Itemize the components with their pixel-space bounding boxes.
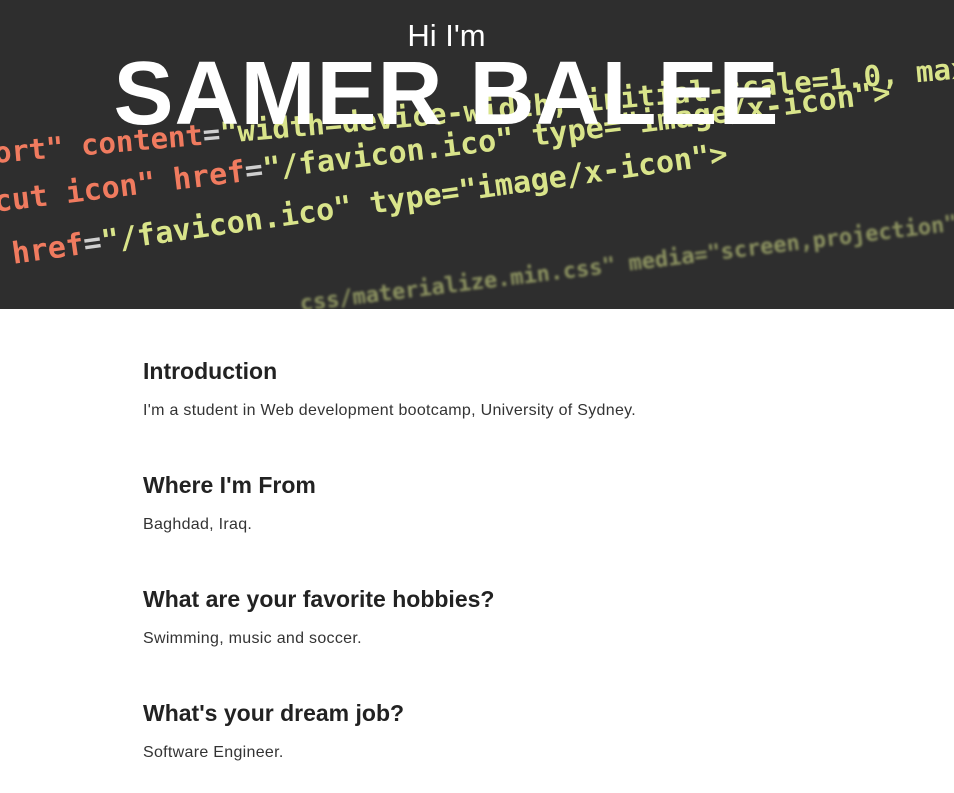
section-where-from: Where I'm From Baghdad, Iraq.	[143, 470, 843, 536]
section-heading: Introduction	[143, 358, 278, 384]
section-text: I'm a student in Web development bootcam…	[143, 402, 637, 419]
section-dream-job: What's your dream job? Software Engineer…	[143, 698, 843, 764]
section-heading: What's your dream job?	[143, 700, 405, 726]
code-line: css/materialize.min.css" media="screen,p…	[298, 211, 954, 309]
section-introduction: Introduction I'm a student in Web develo…	[143, 356, 843, 422]
section-text: Baghdad, Iraq.	[143, 516, 253, 533]
section-heading: What are your favorite hobbies?	[143, 586, 495, 612]
section-text: Swimming, music and soccer.	[143, 630, 362, 647]
section-hobbies: What are your favorite hobbies? Swimming…	[143, 584, 843, 650]
hero-banner: ort" content="width=device-width, initia…	[0, 0, 954, 309]
section-text: Software Engineer.	[143, 744, 284, 761]
hero-name: SAMER BALEE	[113, 44, 780, 144]
section-heading: Where I'm From	[143, 472, 316, 498]
